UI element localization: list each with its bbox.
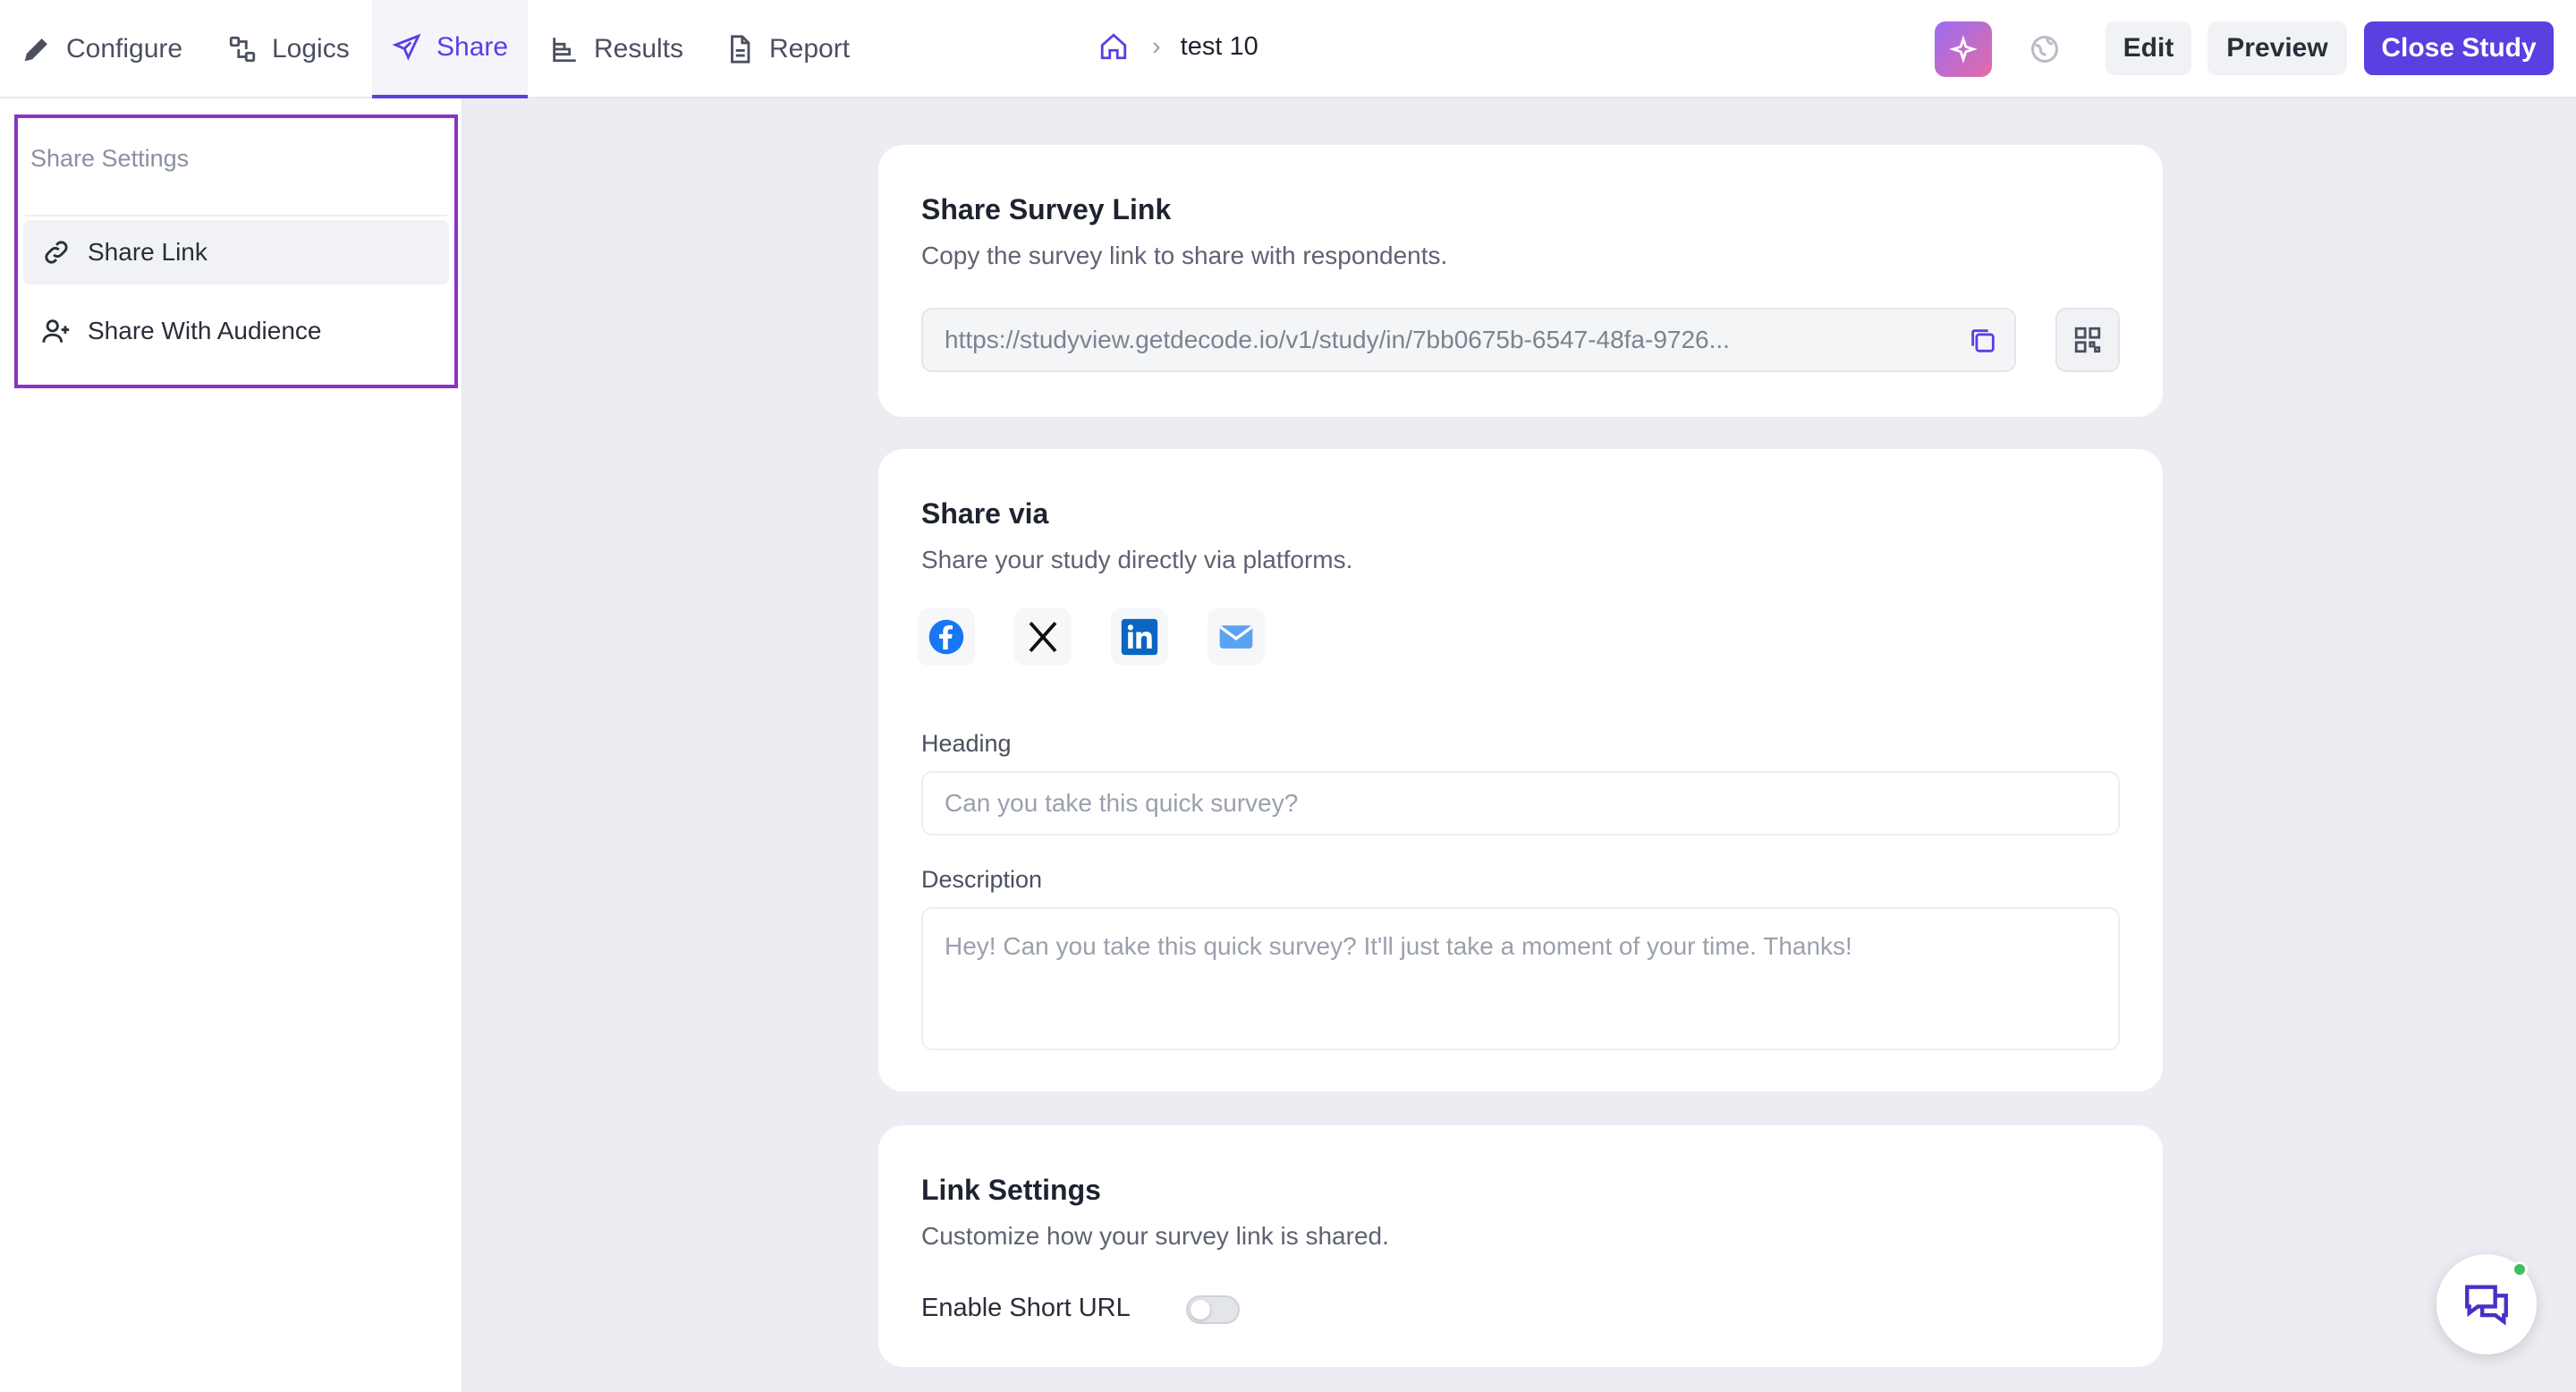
- card-subtitle: Share your study directly via platforms.: [921, 546, 1353, 573]
- sparkle-icon: [1949, 35, 1978, 64]
- tab-logics[interactable]: Logics: [227, 0, 350, 98]
- link-icon: [45, 241, 68, 264]
- palette-icon: [2031, 36, 2058, 63]
- sidebar-item-label: Share Link: [88, 238, 208, 266]
- survey-link-field[interactable]: https://studyview.getdecode.io/v1/study/…: [921, 308, 2016, 372]
- qr-code-button[interactable]: [2055, 308, 2120, 372]
- card-title: Share via: [921, 497, 1049, 530]
- send-icon: [392, 33, 421, 61]
- share-settings-panel: Share Settings Share Link Share With Aud…: [14, 115, 458, 388]
- qr-code-icon: [2074, 327, 2101, 353]
- mail-icon: [1219, 625, 1253, 649]
- card-subtitle: Customize how your survey link is shared…: [921, 1222, 1389, 1250]
- link-settings-card: Link Settings Customize how your survey …: [878, 1125, 2163, 1367]
- share-via-card: Share via Share your study directly via …: [878, 449, 2163, 1091]
- short-url-label: Enable Short URL: [921, 1294, 1131, 1322]
- document-icon: [731, 35, 750, 64]
- tab-label: Report: [769, 34, 851, 64]
- share-facebook-button[interactable]: [918, 608, 975, 666]
- top-bar: Configure Logics Share Results Report › …: [0, 0, 2576, 98]
- sidebar-item-share-with-audience[interactable]: Share With Audience: [23, 299, 449, 363]
- breadcrumb-study-name: test 10: [1180, 31, 1258, 61]
- heading-placeholder: Can you take this quick survey?: [945, 789, 1299, 817]
- toggle-knob: [1191, 1300, 1210, 1320]
- card-title: Share Survey Link: [921, 193, 1172, 225]
- logic-icon: [229, 36, 256, 63]
- share-linkedin-button[interactable]: [1111, 608, 1168, 666]
- home-icon[interactable]: [1098, 31, 1129, 62]
- share-x-button[interactable]: [1014, 608, 1072, 666]
- survey-link-url: https://studyview.getdecode.io/v1/study/…: [945, 326, 1730, 353]
- breadcrumb: › test 10: [1098, 0, 1258, 93]
- copy-icon[interactable]: [1968, 326, 1998, 356]
- tab-label: Results: [594, 34, 684, 64]
- theme-button[interactable]: [2016, 21, 2073, 77]
- sidebar-item-share-link[interactable]: Share Link: [23, 220, 449, 284]
- tab-report[interactable]: Report: [724, 0, 850, 98]
- close-study-button[interactable]: Close Study: [2364, 21, 2554, 75]
- sidebar: Share Settings Share Link Share With Aud…: [0, 98, 463, 1392]
- divider: [25, 215, 447, 216]
- description-textarea[interactable]: Hey! Can you take this quick survey? It'…: [921, 907, 2120, 1050]
- tab-results[interactable]: Results: [549, 0, 683, 98]
- tab-label: Configure: [66, 34, 183, 64]
- short-url-toggle[interactable]: [1186, 1295, 1240, 1324]
- tab-share[interactable]: Share: [372, 0, 528, 98]
- chat-icon: [2465, 1285, 2508, 1326]
- user-plus-icon: [42, 319, 70, 343]
- tab-label: Share: [436, 32, 509, 62]
- share-email-button[interactable]: [1208, 608, 1265, 666]
- sidebar-item-label: Share With Audience: [88, 317, 322, 344]
- card-subtitle: Copy the survey link to share with respo…: [921, 242, 1448, 269]
- tab-label: Logics: [272, 34, 350, 64]
- facebook-icon: [928, 619, 964, 655]
- edit-button[interactable]: Edit: [2106, 21, 2191, 75]
- tab-configure[interactable]: Configure: [21, 0, 182, 98]
- chat-support-button[interactable]: [2436, 1254, 2537, 1354]
- share-link-card: Share Survey Link Copy the survey link t…: [878, 145, 2163, 417]
- x-icon: [1029, 621, 1057, 653]
- panel-title: Share Settings: [30, 145, 190, 172]
- pencil-icon: [24, 38, 47, 62]
- breadcrumb-separator: ›: [1152, 31, 1161, 61]
- preview-button[interactable]: Preview: [2207, 21, 2347, 75]
- bar-chart-icon: [553, 38, 576, 63]
- heading-label: Heading: [921, 730, 1012, 757]
- heading-input[interactable]: Can you take this quick survey?: [921, 771, 2120, 836]
- description-label: Description: [921, 866, 1043, 893]
- card-title: Link Settings: [921, 1174, 1101, 1206]
- ai-assistant-button[interactable]: [1935, 21, 1992, 77]
- description-placeholder: Hey! Can you take this quick survey? It'…: [945, 932, 1852, 960]
- linkedin-icon: [1121, 618, 1158, 656]
- online-indicator: [2512, 1261, 2528, 1277]
